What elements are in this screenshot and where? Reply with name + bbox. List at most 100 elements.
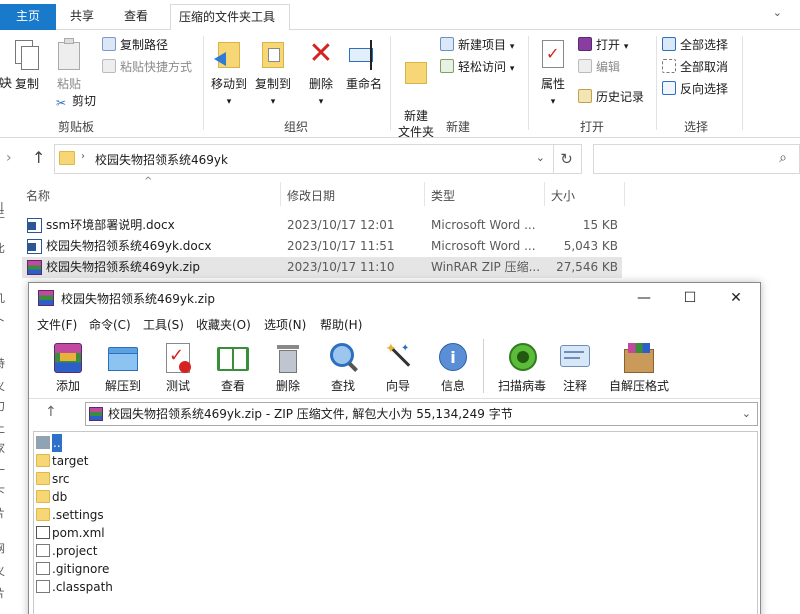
minimize-icon[interactable]: — [621,285,667,311]
tab-view[interactable]: 查看 [116,4,156,30]
list-item-name: db [52,490,68,504]
up-arrow-icon[interactable]: ↑ [32,148,45,167]
dropdown-arrow-icon: ▾ [509,64,515,74]
easy-access-button[interactable]: 轻松访问 ▾ [440,58,514,78]
new-item-button[interactable]: 新建项目 ▾ [440,36,514,56]
nav-pane-edge-char: 片 [0,585,5,601]
open-button[interactable]: 打开 ▾ [578,36,628,56]
column-divider[interactable] [280,182,281,206]
toolbar-test-button[interactable]: ✓ 测试 [152,341,204,394]
tab-compressed-folder-tools[interactable]: 压缩的文件夹工具 [170,4,290,30]
delete-x-icon: ✕ [308,36,334,71]
toolbar-add-button[interactable]: 添加 [42,341,94,394]
toolbar-delete-button[interactable]: 删除 [262,341,314,394]
paste-icon [54,38,84,72]
nav-pane-edge-char: 义 [0,563,5,579]
column-divider[interactable] [624,182,625,206]
paste-button[interactable]: 粘贴 [52,38,86,92]
chevron-down-icon[interactable]: ⌄ [742,403,751,425]
menu-tools[interactable]: 工具(S) [143,316,184,333]
winrar-title: 校园失物招领系统469yk.zip [61,292,216,306]
invert-selection-icon [662,81,676,95]
tab-share[interactable]: 共享 [62,4,102,30]
invert-selection-button[interactable]: 反向选择 [662,80,728,100]
copy-to-button[interactable]: 复制到 ▾ [252,38,294,110]
toolbar-sfx-button[interactable]: 自解压格式 [607,341,671,394]
toolbar-extract-label: 解压到 [104,379,141,393]
address-bar[interactable]: › 校园失物招领系统469yk ⌄ [54,144,554,174]
toolbar-comment-button[interactable]: 注释 [549,341,601,394]
toolbar-scan-virus-button[interactable]: 扫描病毒 [491,341,553,394]
rename-button[interactable]: 重命名 [344,38,384,92]
xml-file-icon [36,526,50,539]
copy-path-button[interactable]: 复制路径 [102,36,168,56]
up-arrow-icon[interactable]: ↑ [45,404,57,420]
column-header-date[interactable]: 修改日期 [287,187,335,204]
nav-pane-edge-char: 比 [0,240,5,256]
folder-icon [36,454,50,467]
select-none-button[interactable]: 全部取消 [662,58,728,78]
toolbar-info-button[interactable]: i 信息 [427,341,479,394]
nav-pane-edge-char: 生 [0,205,5,221]
toolbar-extract-button[interactable]: 解压到 [97,341,149,394]
move-to-button[interactable]: 移动到 ▾ [208,38,250,110]
toolbar-sfx-label: 自解压格式 [608,379,669,393]
edit-label: 编辑 [596,60,621,74]
column-header-type[interactable]: 类型 [431,187,455,204]
forward-arrow-icon[interactable]: › [6,150,12,166]
list-item-name: target [52,454,89,468]
column-divider[interactable] [544,182,545,206]
close-icon[interactable]: ✕ [713,285,759,311]
virus-scan-icon [505,341,539,375]
nav-pane-edge-char: 刀 [0,398,5,414]
menu-file[interactable]: 文件(F) [37,316,77,333]
winrar-window: 校园失物招领系统469yk.zip — ☐ ✕ 文件(F) 命令(C) 工具(S… [28,282,761,614]
file-name: ssm环境部署说明.docx [46,218,175,232]
nav-pane-edge-char: 卜 [0,312,5,328]
winrar-icon [27,260,42,275]
column-header-name[interactable]: 名称 [26,187,50,204]
extract-folder-icon [106,341,140,375]
select-all-button[interactable]: 全部选择 [662,36,728,56]
file-row-selected[interactable]: 校园失物招领系统469yk.zip 2023/10/17 11:10 WinRA… [22,257,622,278]
nav-pane-edge-char: 家 [0,440,5,456]
folder-icon [59,151,75,165]
search-icon[interactable]: ⌕ [779,150,787,166]
scissors-icon: ✂ [55,96,67,110]
history-button[interactable]: 历史记录 [578,88,644,108]
chevron-down-icon[interactable]: ⌄ [536,151,545,164]
properties-button[interactable]: ✓ 属性 ▾ [536,38,570,110]
paste-shortcut-button[interactable]: 粘贴快捷方式 [102,58,192,78]
add-archive-icon [51,341,85,375]
file-row[interactable]: ssm环境部署说明.docx 2023/10/17 12:01 Microsof… [22,215,622,236]
toolbar-view-button[interactable]: 查看 [207,341,259,394]
winrar-titlebar[interactable]: 校园失物招领系统469yk.zip — ☐ ✕ [29,283,760,313]
magic-wand-icon: ✦ ✦ [381,341,415,375]
copy-button[interactable]: 复制 [12,38,42,92]
file-row[interactable]: 校园失物招领系统469yk.docx 2023/10/17 11:51 Micr… [22,236,622,257]
folder-icon [36,490,50,503]
column-header-size[interactable]: 大小 [551,187,575,204]
cut-button[interactable]: ✂ 剪切 [54,92,96,112]
winrar-path-field[interactable]: 校园失物招领系统469yk.zip - ZIP 压缩文件, 解包大小为 55,1… [85,402,758,426]
toolbar-find-button[interactable]: 查找 [317,341,369,394]
menu-favorites[interactable]: 收藏夹(O) [196,316,251,333]
move-to-icon [214,38,244,72]
column-divider[interactable] [424,182,425,206]
dropdown-arrow-icon: ▾ [509,42,515,52]
search-input[interactable]: ⌕ [593,144,800,174]
history-icon [578,89,592,103]
menu-help[interactable]: 帮助(H) [320,316,362,333]
menu-options[interactable]: 选项(N) [264,316,306,333]
maximize-icon[interactable]: ☐ [667,285,713,311]
ribbon-divider [528,36,529,130]
delete-button[interactable]: ✕ 删除 ▾ [304,38,338,110]
menu-command[interactable]: 命令(C) [89,316,131,333]
refresh-icon[interactable]: ↻ [552,144,582,174]
toolbar-wizard-button[interactable]: ✦ ✦ 向导 [372,341,424,394]
tab-home[interactable]: 主页 [0,4,56,30]
chevron-down-icon[interactable]: ⌄ [773,6,782,19]
properties-icon: ✓ [538,38,568,72]
nav-pane-edge-char: 义 [0,378,5,394]
edit-button[interactable]: 编辑 [578,58,620,78]
